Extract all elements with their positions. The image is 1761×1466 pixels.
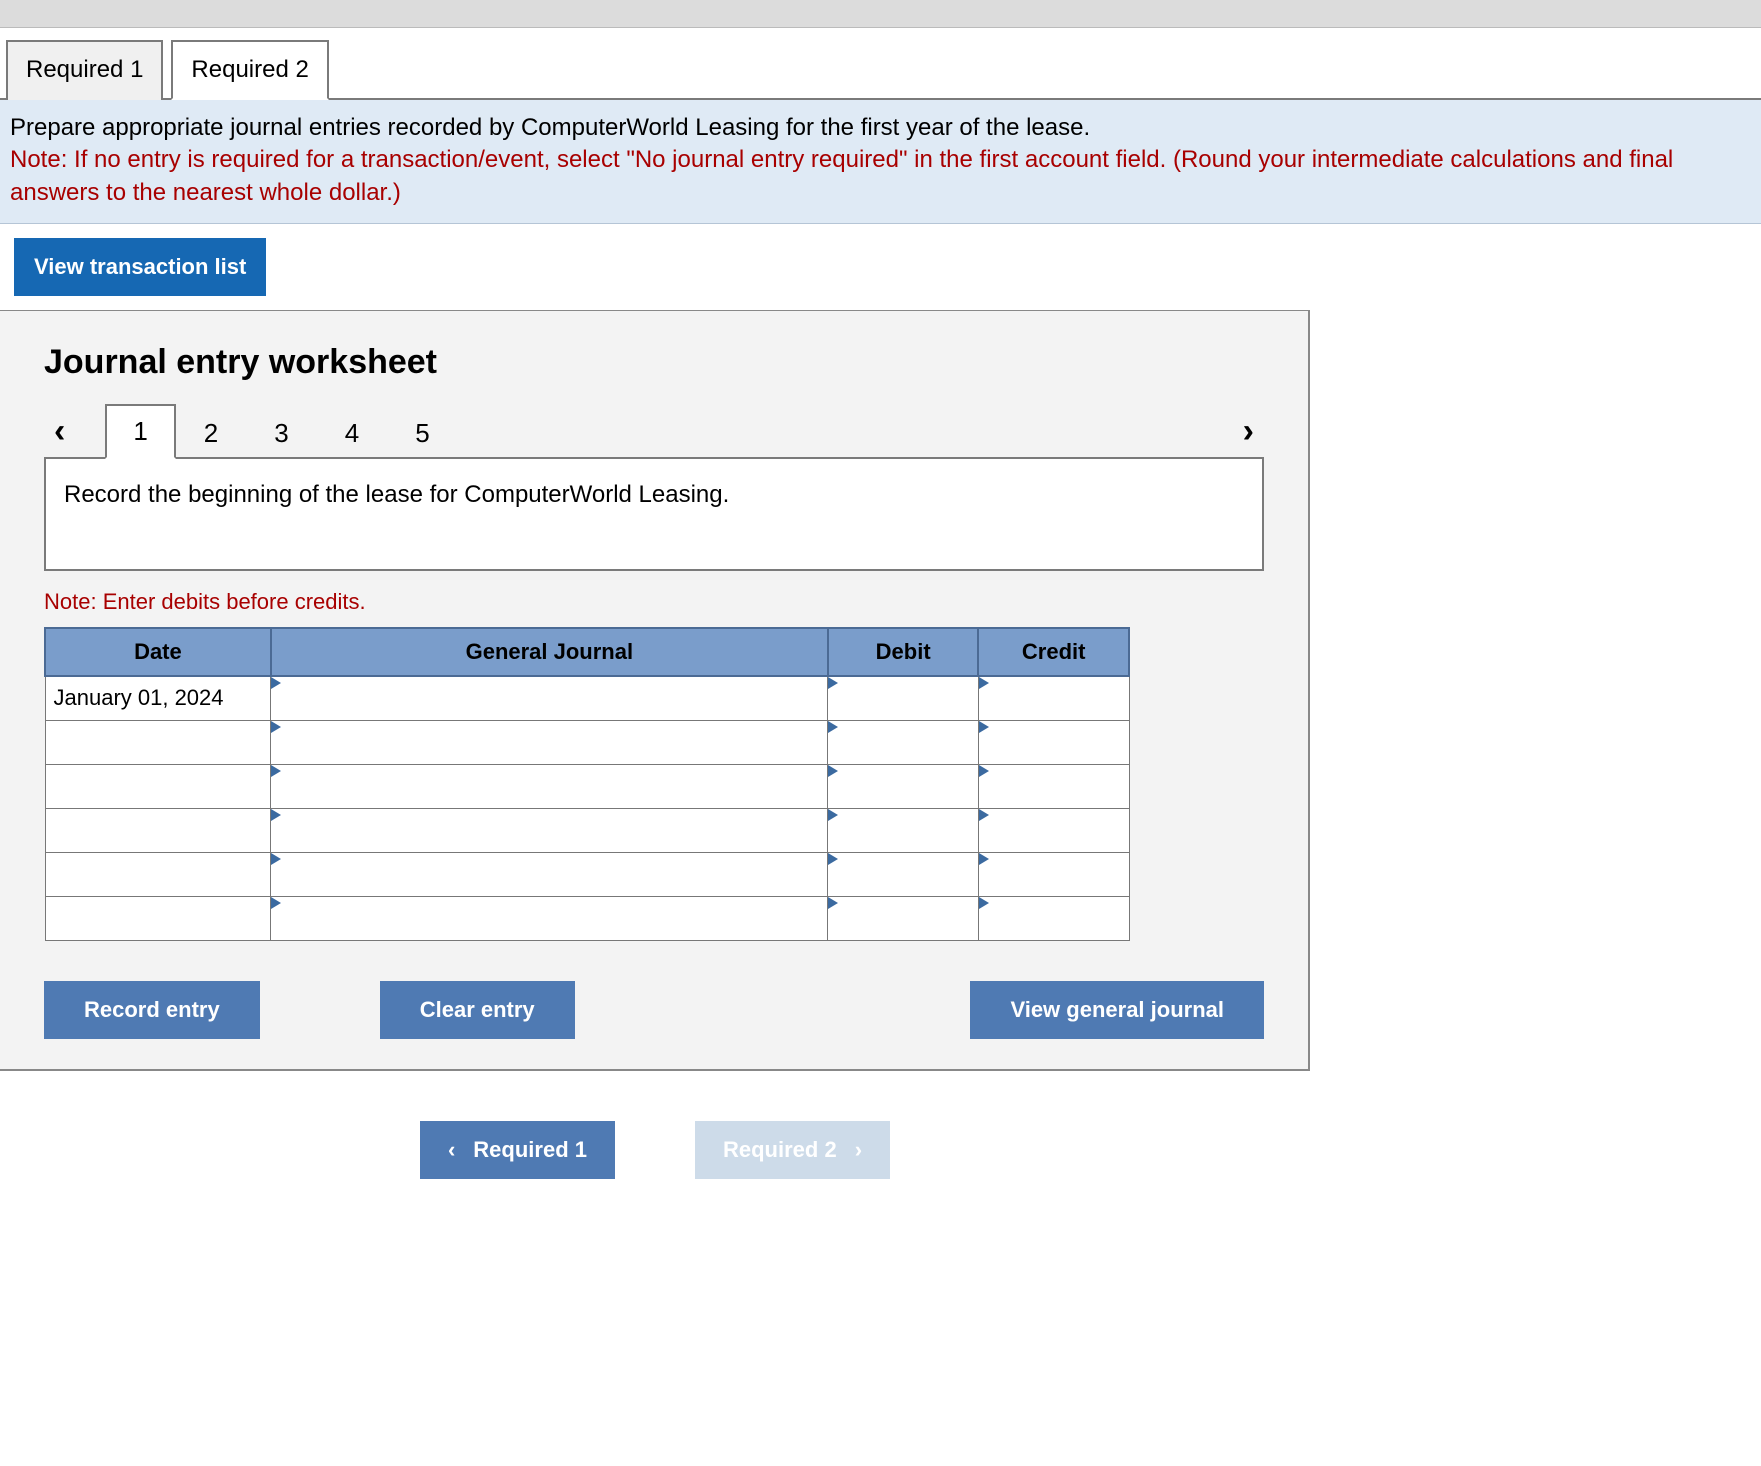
col-header-debit: Debit xyxy=(828,628,979,676)
chevron-left-icon: ‹ xyxy=(448,1137,455,1163)
instructions-main: Prepare appropriate journal entries reco… xyxy=(10,114,1090,141)
cell-date[interactable] xyxy=(45,808,271,852)
record-entry-button[interactable]: Record entry xyxy=(44,981,260,1039)
clear-entry-button[interactable]: Clear entry xyxy=(380,981,575,1039)
cell-date[interactable] xyxy=(45,896,271,940)
cell-credit[interactable] xyxy=(978,764,1129,808)
cell-debit[interactable] xyxy=(828,720,979,764)
worksheet-title: Journal entry worksheet xyxy=(44,343,1264,382)
journal-table: Date General Journal Debit Credit Januar… xyxy=(44,627,1130,941)
chevron-right-icon: › xyxy=(855,1137,862,1163)
pager-next-icon[interactable]: › xyxy=(1233,412,1264,451)
cell-credit[interactable] xyxy=(978,676,1129,720)
journal-worksheet-panel: Journal entry worksheet ‹ 1 2 3 4 5 › Re… xyxy=(0,310,1310,1071)
cell-date[interactable] xyxy=(45,764,271,808)
cell-debit[interactable] xyxy=(828,764,979,808)
cell-general-journal[interactable] xyxy=(271,764,828,808)
next-required-button[interactable]: Required 2 › xyxy=(695,1121,890,1179)
table-row xyxy=(45,896,1129,940)
instructions-panel: Prepare appropriate journal entries reco… xyxy=(0,100,1761,224)
table-row xyxy=(45,720,1129,764)
cell-debit[interactable] xyxy=(828,676,979,720)
cell-credit[interactable] xyxy=(978,720,1129,764)
view-transaction-list-button[interactable]: View transaction list xyxy=(14,238,266,296)
cell-debit[interactable] xyxy=(828,896,979,940)
prev-required-button[interactable]: ‹ Required 1 xyxy=(420,1121,615,1179)
cell-general-journal[interactable] xyxy=(271,896,828,940)
view-general-journal-button[interactable]: View general journal xyxy=(970,981,1264,1039)
top-gray-bar xyxy=(0,0,1761,28)
pager-page-3[interactable]: 3 xyxy=(246,406,316,459)
table-row xyxy=(45,808,1129,852)
instructions-note: Note: If no entry is required for a tran… xyxy=(10,146,1673,205)
cell-credit[interactable] xyxy=(978,808,1129,852)
table-row xyxy=(45,764,1129,808)
col-header-general-journal: General Journal xyxy=(271,628,828,676)
cell-date[interactable] xyxy=(45,852,271,896)
bottom-navigation: ‹ Required 1 Required 2 › xyxy=(0,1121,1310,1179)
cell-credit[interactable] xyxy=(978,852,1129,896)
cell-date[interactable] xyxy=(45,720,271,764)
cell-date[interactable]: January 01, 2024 xyxy=(45,676,271,720)
cell-debit[interactable] xyxy=(828,808,979,852)
pager-page-5[interactable]: 5 xyxy=(387,406,457,459)
cell-general-journal[interactable] xyxy=(271,808,828,852)
cell-debit[interactable] xyxy=(828,852,979,896)
cell-general-journal[interactable] xyxy=(271,720,828,764)
next-required-label: Required 2 xyxy=(723,1137,837,1163)
pager-page-1[interactable]: 1 xyxy=(105,404,175,459)
pager-prev-icon[interactable]: ‹ xyxy=(44,412,75,451)
pager-page-4[interactable]: 4 xyxy=(317,406,387,459)
tab-required-1[interactable]: Required 1 xyxy=(6,40,163,100)
worksheet-action-row: Record entry Clear entry View general jo… xyxy=(44,981,1264,1039)
col-header-credit: Credit xyxy=(978,628,1129,676)
requirement-tabs: Required 1 Required 2 xyxy=(0,28,1761,100)
table-row xyxy=(45,852,1129,896)
col-header-date: Date xyxy=(45,628,271,676)
cell-general-journal[interactable] xyxy=(271,676,828,720)
tab-required-2[interactable]: Required 2 xyxy=(171,40,328,100)
note-enter-debits: Note: Enter debits before credits. xyxy=(44,589,1264,615)
entry-description: Record the beginning of the lease for Co… xyxy=(44,457,1264,571)
cell-general-journal[interactable] xyxy=(271,852,828,896)
worksheet-pager: ‹ 1 2 3 4 5 › xyxy=(44,404,1264,459)
pager-page-2[interactable]: 2 xyxy=(176,406,246,459)
prev-required-label: Required 1 xyxy=(473,1137,587,1163)
cell-credit[interactable] xyxy=(978,896,1129,940)
table-row: January 01, 2024 xyxy=(45,676,1129,720)
